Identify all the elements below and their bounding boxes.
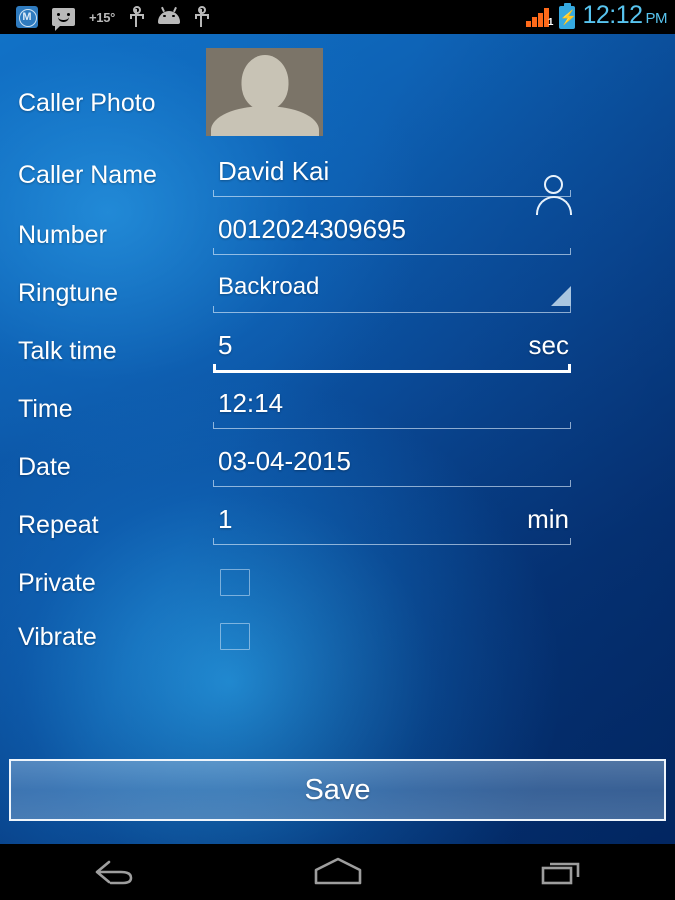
usb-icon-arm-right	[141, 14, 145, 19]
status-bar-clock: 12:12 PM	[582, 2, 667, 32]
contact-picker-icon[interactable]	[533, 174, 575, 216]
unit-repeat: min	[527, 504, 569, 534]
clock-ampm: PM	[645, 10, 668, 27]
contact-icon-body	[536, 196, 572, 215]
signal-sim-badge: 1	[547, 17, 554, 28]
usb-icon	[129, 6, 145, 28]
label-caller-name: Caller Name	[18, 161, 157, 189]
signal-bar-1	[526, 21, 531, 27]
label-talk-time: Talk time	[18, 337, 117, 365]
back-button[interactable]	[0, 844, 225, 900]
underline-time	[213, 422, 571, 429]
value-ringtune: Backroad	[218, 273, 320, 300]
muzei-icon-letter: M	[22, 11, 32, 23]
android-eye-right-icon	[172, 14, 176, 18]
signal-bar-3	[538, 13, 543, 27]
save-button[interactable]: Save	[9, 759, 666, 821]
field-date[interactable]: 03-04-2015	[213, 444, 571, 487]
label-ringtune: Ringtune	[18, 279, 119, 307]
android-antenna-left-icon	[161, 6, 165, 12]
sms-eye-left-icon	[57, 13, 60, 16]
caller-photo-thumbnail[interactable]	[206, 48, 323, 136]
status-bar-left-icons: M +15°	[0, 6, 210, 31]
phone-screen: M +15° 1 ⚡ 12:12 PM Caller Photo Caller …	[0, 0, 675, 900]
battery-charging-icon: ⚡	[559, 2, 577, 29]
contact-icon-head	[544, 175, 563, 194]
underline-talk-time	[213, 364, 571, 373]
value-caller-name: David Kai	[218, 156, 330, 186]
caller-settings-form: Caller Photo Caller Name David Kai Numbe…	[0, 34, 675, 844]
field-talk-time[interactable]: 5 sec	[213, 328, 571, 373]
android-eye-left-icon	[163, 14, 166, 18]
checkbox-vibrate[interactable]	[220, 623, 250, 650]
underline-number	[213, 248, 571, 255]
field-number[interactable]: 0012024309695	[213, 212, 571, 255]
label-private: Private	[18, 569, 96, 597]
android-antenna-right-icon	[173, 6, 178, 12]
usb-icon-arm-left	[130, 14, 133, 19]
signal-strength-icon: 1	[526, 7, 554, 28]
label-time: Time	[18, 395, 73, 423]
save-button-label: Save	[304, 774, 371, 806]
usb-debug-icon	[194, 6, 210, 28]
label-repeat: Repeat	[18, 511, 99, 539]
status-bar-right-icons: 1 ⚡ 12:12 PM	[526, 0, 667, 34]
usb-icon-stem	[135, 9, 138, 27]
value-talk-time: 5	[218, 330, 233, 360]
sms-smiley-icon	[52, 8, 75, 31]
usb-debug-icon-arm-right	[206, 14, 210, 19]
field-caller-name[interactable]: David Kai	[213, 154, 571, 197]
field-repeat[interactable]: 1 min	[213, 502, 571, 545]
underline-caller-name	[213, 190, 571, 197]
underline-repeat	[213, 538, 571, 545]
avatar-body-shape	[210, 106, 319, 136]
status-bar: M +15° 1 ⚡ 12:12 PM	[0, 0, 675, 34]
unit-talk-time: sec	[528, 330, 569, 360]
android-head-icon	[158, 6, 181, 24]
field-time[interactable]: 12:14	[213, 386, 571, 429]
value-repeat: 1	[218, 504, 233, 534]
value-number: 0012024309695	[218, 214, 406, 244]
avatar-head-shape	[241, 55, 288, 110]
battery-bolt-icon: ⚡	[559, 8, 577, 25]
recents-overlap-icon	[541, 862, 579, 885]
underline-ringtune	[213, 306, 571, 313]
sms-eye-right-icon	[67, 13, 70, 16]
android-navigation-bar	[0, 844, 675, 900]
signal-bar-2	[532, 17, 537, 27]
sms-mouth-icon	[58, 17, 69, 22]
recents-button[interactable]	[450, 844, 675, 900]
label-vibrate: Vibrate	[18, 623, 97, 651]
checkbox-private[interactable]	[220, 569, 250, 596]
value-time: 12:14	[218, 388, 284, 418]
label-date: Date	[18, 453, 71, 481]
chevron-down-icon[interactable]	[551, 286, 571, 306]
field-ringtune-spinner[interactable]: Backroad	[213, 270, 571, 313]
label-number: Number	[18, 221, 107, 249]
home-pentagon-icon	[314, 857, 361, 885]
back-arrow-icon	[95, 860, 132, 885]
home-button[interactable]	[225, 844, 450, 900]
usb-debug-icon-arm-left	[195, 14, 198, 19]
underline-date	[213, 480, 571, 487]
clock-time: 12:12	[582, 1, 643, 29]
value-date: 03-04-2015	[218, 446, 351, 476]
usb-debug-icon-stem	[200, 9, 203, 27]
muzei-icon: M	[16, 6, 38, 28]
temperature-indicator: +15°	[89, 9, 116, 25]
label-caller-photo: Caller Photo	[18, 89, 156, 117]
